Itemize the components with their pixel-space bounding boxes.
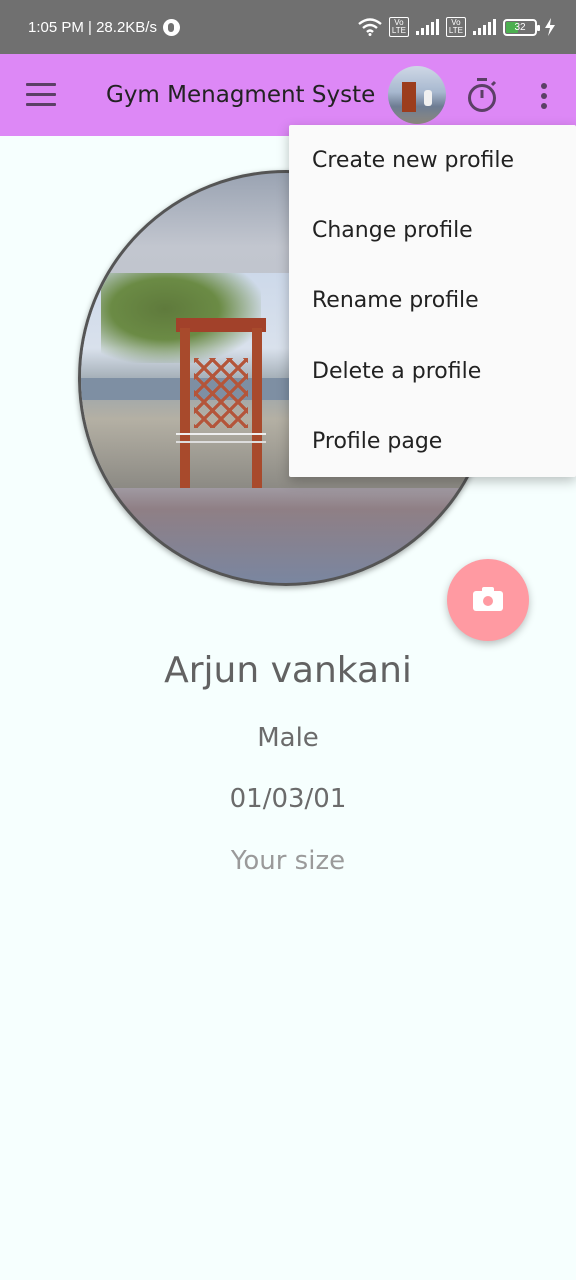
volte-icon: Vo LTE <box>388 17 409 37</box>
menu-item-profile-page[interactable]: Profile page <box>289 407 576 477</box>
profile-size[interactable]: Your size <box>0 846 576 876</box>
timer-icon[interactable] <box>466 78 498 114</box>
app-notification-icon <box>162 18 180 36</box>
menu-icon[interactable] <box>26 83 56 107</box>
change-photo-button[interactable] <box>447 559 529 641</box>
menu-item-create-new-profile[interactable]: Create new profile <box>289 125 576 195</box>
status-right: Vo LTE Vo LTE 32 <box>358 0 556 54</box>
app-title: Gym Menagment System <box>106 82 376 108</box>
battery-icon: 32 <box>503 18 540 36</box>
profile-dob: 01/03/01 <box>229 784 347 814</box>
menu-item-change-profile[interactable]: Change profile <box>289 195 576 265</box>
charging-icon <box>545 18 555 36</box>
status-bar: 1:05 PM | 28.2KB/s Vo LTE Vo LTE 32 <box>0 0 576 54</box>
menu-item-rename-profile[interactable]: Rename profile <box>289 266 576 336</box>
status-time-speed: 1:05 PM | 28.2KB/s <box>28 18 157 36</box>
profile-gender: Male <box>257 723 319 753</box>
overflow-menu: Create new profile Change profile Rename… <box>289 125 576 477</box>
menu-item-delete-profile[interactable]: Delete a profile <box>289 336 576 406</box>
more-vert-icon[interactable] <box>530 80 558 112</box>
signal-icon <box>415 19 439 35</box>
profile-name: Arjun vankani <box>164 650 412 691</box>
app-bar: Gym Menagment System <box>0 54 576 136</box>
battery-level: 32 <box>514 21 526 33</box>
status-left: 1:05 PM | 28.2KB/s <box>28 0 180 54</box>
avatar[interactable] <box>388 66 446 124</box>
signal-icon <box>473 19 496 35</box>
camera-icon <box>473 587 503 611</box>
volte-icon: Vo LTE <box>445 17 466 37</box>
wifi-icon <box>358 18 382 36</box>
